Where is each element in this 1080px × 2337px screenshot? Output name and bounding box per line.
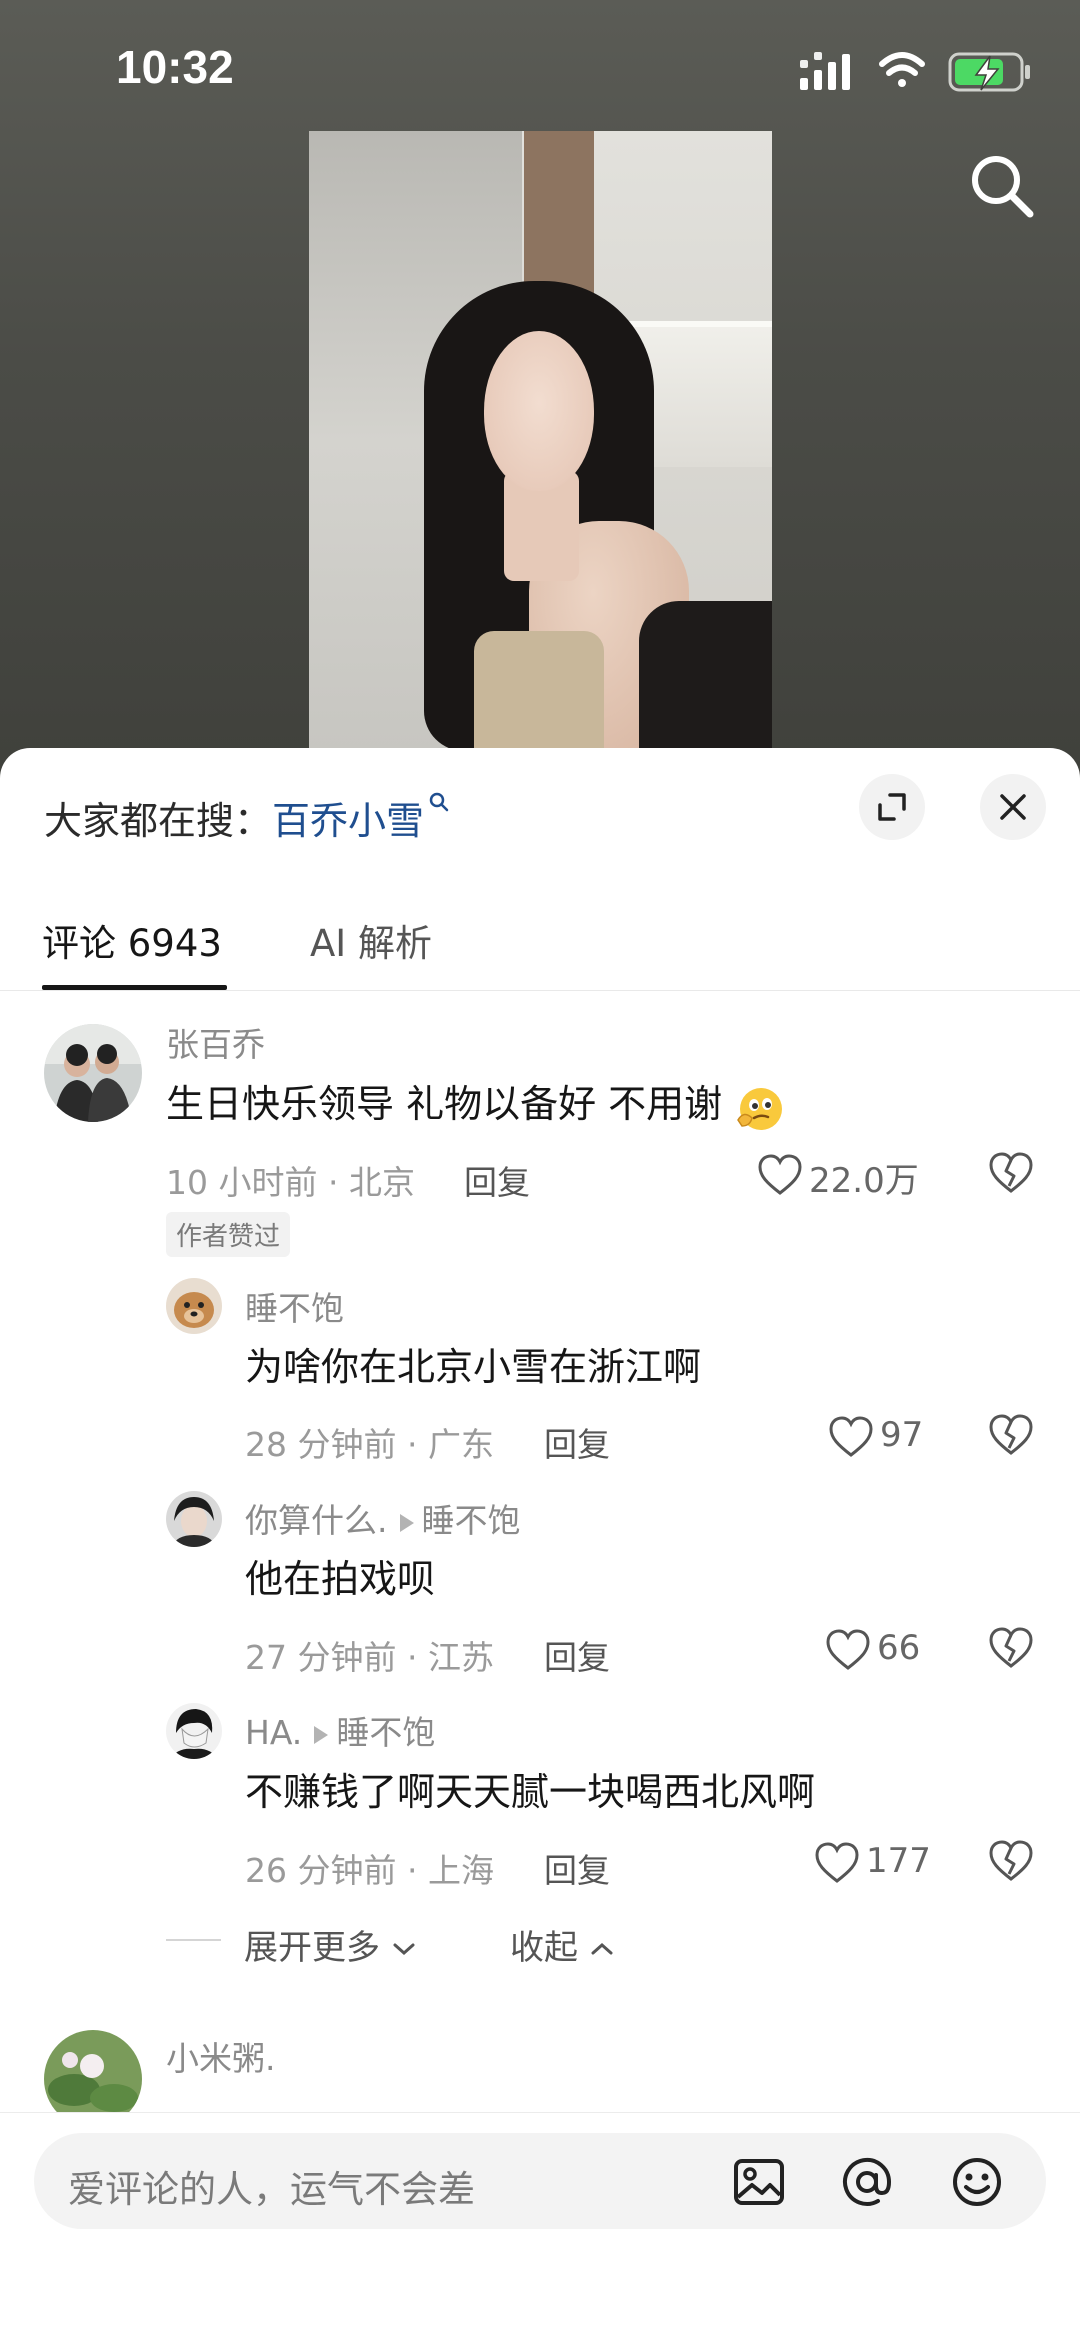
video-thumbnail[interactable] (309, 131, 772, 751)
reply-text: 他在拍戏呗 (245, 1557, 436, 1601)
comment-input-placeholder: 爱评论的人，运气不会差 (68, 2168, 475, 2211)
dislike-button[interactable] (988, 1627, 1034, 1673)
like-count: 66 (877, 1628, 921, 1668)
reply-meta: 27 分钟前 · 江苏 (245, 1638, 494, 1677)
dislike-button[interactable] (988, 1152, 1034, 1198)
like-button[interactable]: 97 (828, 1412, 948, 1462)
reply-text: 为啥你在北京小雪在浙江啊 (245, 1345, 702, 1389)
close-icon (1000, 794, 1026, 820)
like-count: 22.0万 (809, 1161, 919, 1201)
reply-to-user[interactable]: 睡不饱 (336, 1713, 435, 1752)
reply-button[interactable]: 回复 (544, 1631, 610, 1679)
comment-author[interactable]: 张百乔 (166, 1018, 265, 1066)
cellular-signal-icon (800, 52, 850, 90)
reply-button[interactable]: 回复 (544, 1844, 610, 1892)
close-button[interactable] (980, 774, 1046, 840)
chevron-up-icon (591, 1942, 613, 1955)
avatar[interactable] (166, 1703, 222, 1759)
reply-meta: 26 分钟前 · 上海 (245, 1851, 494, 1890)
heart-icon (829, 1416, 873, 1457)
heart-icon (826, 1629, 870, 1670)
reply-author-line: HA. 睡不饱 (245, 1706, 435, 1754)
like-button[interactable]: 177 (814, 1838, 954, 1888)
heart-icon (758, 1154, 802, 1195)
status-time: 10:32 (116, 41, 234, 93)
tab-comments[interactable]: 评论 6943 (42, 913, 222, 967)
chevron-down-icon (393, 1943, 415, 1956)
hot-search-prefix: 大家都在搜： (44, 799, 273, 843)
broken-heart-icon (989, 1414, 1033, 1455)
reply-button[interactable]: 回复 (544, 1418, 610, 1466)
expand-button[interactable] (859, 774, 925, 840)
avatar[interactable] (166, 1278, 222, 1334)
expand-more-button[interactable]: 展开更多 (244, 1920, 417, 1969)
reply-button[interactable]: 回复 (464, 1156, 530, 1204)
reply-meta: 28 分钟前 · 广东 (245, 1425, 494, 1464)
avatar-image (166, 1278, 222, 1334)
reply-author[interactable]: 你算什么. (245, 1501, 388, 1540)
reply-arrow-icon (314, 1725, 329, 1744)
reply-author[interactable]: HA. (245, 1713, 302, 1752)
reply-author[interactable]: 睡不饱 (245, 1282, 344, 1330)
comment-input-bar: 爱评论的人，运气不会差 (0, 2112, 1080, 2337)
comment-sheet: 大家都在搜：百乔小雪 评论 6943 AI 解析 张百乔 生日快乐领导 礼物以备 (0, 748, 1080, 2337)
like-count: 177 (866, 1841, 931, 1881)
comment-text-content: 生日快乐领导 礼物以备好 不用谢 (166, 1082, 723, 1126)
expand-more-label: 展开更多 (244, 1928, 380, 1968)
hot-search-banner[interactable]: 大家都在搜：百乔小雪 (44, 790, 451, 845)
search-button[interactable] (966, 150, 1038, 222)
avatar[interactable] (166, 1491, 222, 1547)
search-icon (972, 156, 1034, 218)
thinking-emoji-icon (737, 1087, 783, 1130)
expand-icon (878, 793, 906, 821)
emoji-icon[interactable] (950, 2155, 1004, 2209)
like-button[interactable]: 66 (825, 1625, 945, 1675)
collapse-label: 收起 (510, 1928, 578, 1968)
comment-author[interactable]: 小米粥. (166, 2032, 276, 2080)
reply-to-user[interactable]: 睡不饱 (422, 1501, 521, 1540)
dislike-button[interactable] (988, 1414, 1034, 1460)
comment-input[interactable]: 爱评论的人，运气不会差 (34, 2133, 1046, 2229)
broken-heart-icon (989, 1152, 1033, 1193)
collapse-button[interactable]: 收起 (510, 1920, 615, 1969)
avatar-image (166, 1703, 222, 1759)
reply-arrow-icon (399, 1513, 414, 1532)
mention-icon[interactable] (840, 2155, 894, 2209)
thread-line (166, 1939, 221, 1941)
like-button[interactable]: 22.0万 (757, 1150, 947, 1201)
author-liked-badge: 作者赞过 (166, 1212, 291, 1257)
wifi-icon (879, 52, 925, 87)
hot-search-term[interactable]: 百乔小雪 (272, 799, 424, 843)
dislike-button[interactable] (988, 1840, 1034, 1886)
broken-heart-icon (989, 1627, 1033, 1668)
image-icon[interactable] (732, 2155, 786, 2209)
avatar-image (44, 1024, 142, 1122)
status-icons (800, 52, 1030, 92)
avatar-image (166, 1491, 222, 1547)
comment-text: 生日快乐领导 礼物以备好 不用谢 (166, 1073, 784, 1132)
reply-text: 不赚钱了啊天天腻一块喝西北风啊 (245, 1770, 816, 1814)
reply-author-line: 你算什么. 睡不饱 (245, 1494, 521, 1542)
broken-heart-icon (989, 1840, 1033, 1881)
battery-icon (948, 52, 1030, 92)
divider (0, 990, 1080, 991)
comment-meta: 10 小时前 · 北京 (166, 1163, 415, 1202)
heart-icon (815, 1842, 859, 1883)
tab-ai-analysis[interactable]: AI 解析 (310, 913, 432, 967)
search-icon (429, 792, 449, 812)
like-count: 97 (880, 1415, 924, 1455)
avatar[interactable] (44, 1024, 142, 1122)
